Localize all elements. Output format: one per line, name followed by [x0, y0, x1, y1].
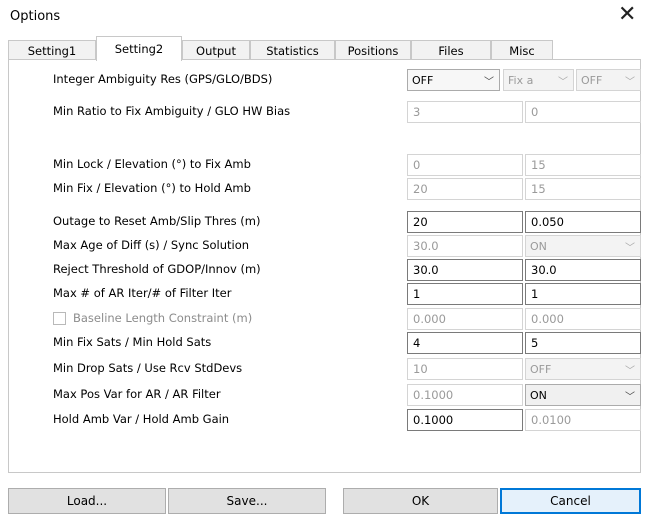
max-pos-var-field[interactable]: 0.1000	[407, 384, 523, 406]
row-label: Min Fix Sats / Min Hold Sats	[53, 335, 212, 349]
glo-hw-bias-field[interactable]: 0	[525, 101, 641, 123]
row-label: Baseline Length Constraint (m)	[73, 311, 253, 325]
select-value: OFF	[412, 74, 434, 87]
rcv-stddevs-select[interactable]: OFF ﹀	[525, 358, 641, 380]
select-value: ON	[530, 240, 547, 253]
min-drop-sats-field[interactable]: 10	[407, 358, 523, 380]
select-value: ON	[530, 389, 547, 402]
row-baseline-constraint: Baseline Length Constraint (m) 0.000 0.0…	[0, 308, 645, 330]
row-label: Max Pos Var for AR / AR Filter	[53, 387, 221, 401]
row-label: Reject Threshold of GDOP/Innov (m)	[53, 262, 261, 276]
row-max-ar-iter: Max # of AR Iter/# of Filter Iter 1 1	[0, 283, 645, 305]
max-age-diff-field[interactable]: 30.0	[407, 235, 523, 257]
row-label: Min Lock / Elevation (°) to Fix Amb	[53, 157, 251, 171]
sync-solution-select[interactable]: ON ﹀	[525, 235, 641, 257]
row-label: Integer Ambiguity Res (GPS/GLO/BDS)	[53, 72, 273, 86]
title-bar: Options ✕	[0, 0, 645, 34]
row-min-ratio: Min Ratio to Fix Ambiguity / GLO HW Bias…	[0, 101, 645, 123]
row-min-fix-sats: Min Fix Sats / Min Hold Sats 4 5	[0, 332, 645, 354]
baseline-sigma-field[interactable]: 0.000	[525, 308, 641, 330]
ok-button[interactable]: OK	[343, 488, 498, 514]
row-max-age-diff: Max Age of Diff (s) / Sync Solution 30.0…	[0, 235, 645, 257]
row-min-drop-sats: Min Drop Sats / Use Rcv StdDevs 10 OFF ﹀	[0, 358, 645, 380]
ar-iter-field[interactable]: 1	[407, 283, 523, 305]
row-reject-threshold: Reject Threshold of GDOP/Innov (m) 30.0 …	[0, 259, 645, 281]
outage-reset-field[interactable]: 20	[407, 211, 523, 233]
tab-positions[interactable]: Positions	[335, 40, 411, 60]
chevron-down-icon: ﹀	[558, 77, 568, 88]
tab-files[interactable]: Files	[411, 40, 491, 60]
close-icon[interactable]: ✕	[618, 3, 636, 27]
cancel-button[interactable]: Cancel	[500, 488, 641, 514]
hold-amb-var-field[interactable]: 0.1000	[407, 409, 523, 431]
row-min-fix: Min Fix / Elevation (°) to Hold Amb 20 1…	[0, 178, 645, 200]
tab-strip: Setting1 Setting2 Output Statistics Posi…	[0, 36, 645, 61]
row-label: Hold Amb Var / Hold Amb Gain	[53, 412, 230, 426]
select-value: Fix a	[508, 74, 534, 87]
row-integer-ambiguity: Integer Ambiguity Res (GPS/GLO/BDS) OFF …	[0, 69, 645, 91]
tab-output[interactable]: Output	[182, 40, 250, 60]
row-max-pos-var: Max Pos Var for AR / AR Filter 0.1000 ON…	[0, 384, 645, 406]
row-label: Min Fix / Elevation (°) to Hold Amb	[53, 181, 251, 195]
row-hold-amb-var: Hold Amb Var / Hold Amb Gain 0.1000 0.01…	[0, 409, 645, 431]
filter-iter-field[interactable]: 1	[525, 283, 641, 305]
select-value: OFF	[530, 363, 552, 376]
min-hold-sats-field[interactable]: 5	[525, 332, 641, 354]
row-label: Min Ratio to Fix Ambiguity / GLO HW Bias	[53, 104, 291, 118]
tab-setting2[interactable]: Setting2	[96, 36, 182, 61]
chevron-down-icon: ﹀	[625, 77, 635, 88]
innov-threshold-field[interactable]: 30.0	[525, 259, 641, 281]
bds-ambiguity-select[interactable]: OFF ﹀	[576, 69, 641, 91]
window-title: Options	[10, 9, 61, 24]
row-label: Outage to Reset Amb/Slip Thres (m)	[53, 214, 261, 228]
gdop-threshold-field[interactable]: 30.0	[407, 259, 523, 281]
chevron-down-icon: ﹀	[625, 243, 635, 254]
min-lock-field[interactable]: 0	[407, 154, 523, 176]
hold-elevation-field[interactable]: 15	[525, 178, 641, 200]
row-label: Max # of AR Iter/# of Filter Iter	[53, 286, 232, 300]
ar-filter-select[interactable]: ON ﹀	[525, 384, 641, 406]
row-outage-reset: Outage to Reset Amb/Slip Thres (m) 20 0.…	[0, 211, 645, 233]
save-button[interactable]: Save...	[168, 488, 326, 514]
ambiguity-mode-select[interactable]: OFF ﹀	[407, 69, 500, 91]
row-label: Max Age of Diff (s) / Sync Solution	[53, 238, 250, 252]
baseline-constraint-checkbox[interactable]	[53, 312, 66, 325]
row-label: Min Drop Sats / Use Rcv StdDevs	[53, 361, 243, 375]
chevron-down-icon: ﹀	[625, 366, 635, 377]
tab-misc[interactable]: Misc	[491, 40, 553, 60]
min-ratio-field[interactable]: 3	[407, 101, 523, 123]
tab-setting1[interactable]: Setting1	[8, 40, 96, 60]
chevron-down-icon: ﹀	[625, 392, 635, 403]
load-button[interactable]: Load...	[8, 488, 166, 514]
slip-threshold-field[interactable]: 0.050	[525, 211, 641, 233]
hold-amb-gain-field[interactable]: 0.0100	[525, 409, 641, 431]
min-fix-field[interactable]: 20	[407, 178, 523, 200]
fix-elevation-field[interactable]: 15	[525, 154, 641, 176]
baseline-length-field[interactable]: 0.000	[407, 308, 523, 330]
row-min-lock: Min Lock / Elevation (°) to Fix Amb 0 15	[0, 154, 645, 176]
tab-statistics[interactable]: Statistics	[250, 40, 335, 60]
select-value: OFF	[581, 74, 603, 87]
min-fix-sats-field[interactable]: 4	[407, 332, 523, 354]
glonass-ambiguity-select[interactable]: Fix a ﹀	[503, 69, 574, 91]
chevron-down-icon: ﹀	[484, 77, 494, 88]
